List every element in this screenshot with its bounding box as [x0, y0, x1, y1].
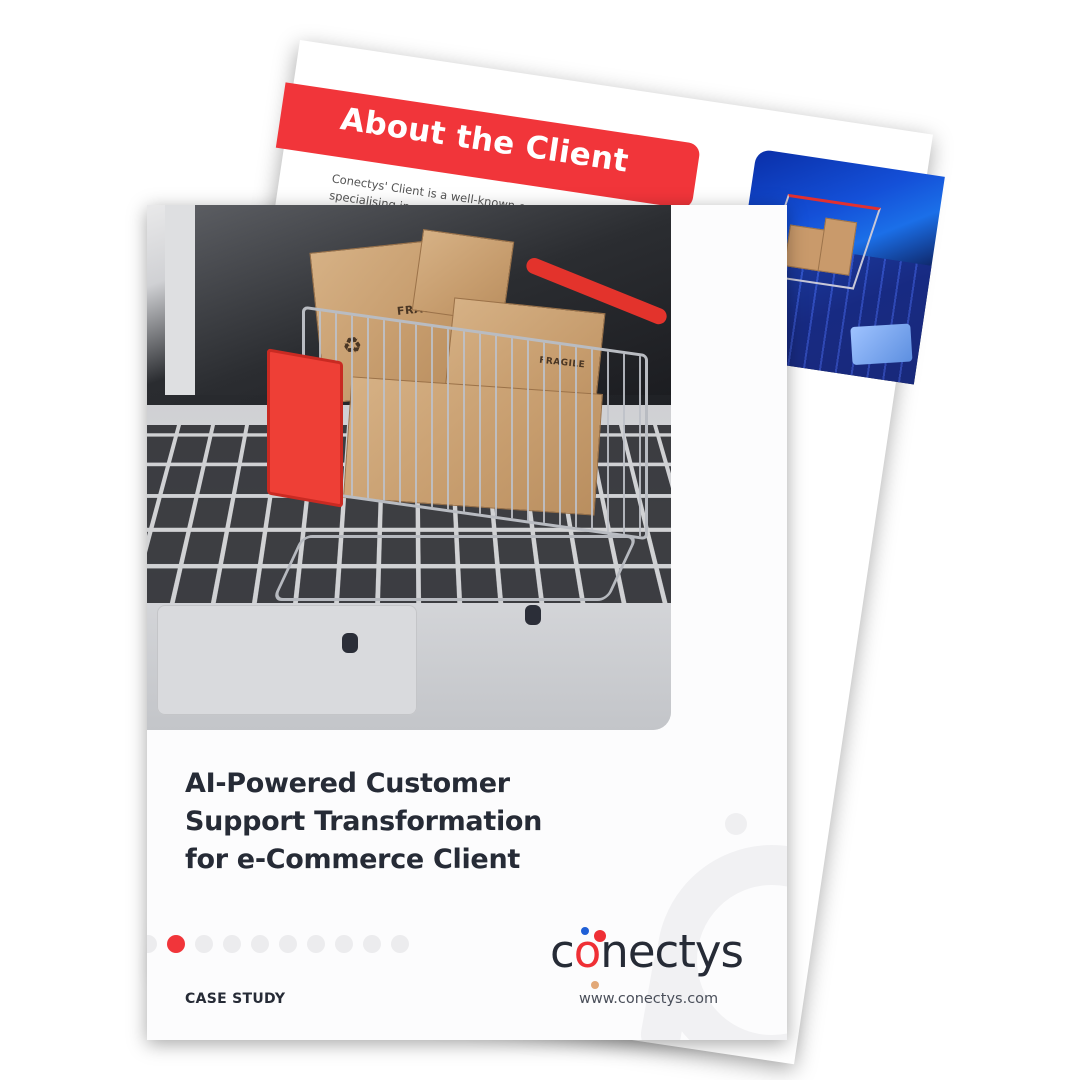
page-dot — [223, 935, 241, 953]
page-dot — [363, 935, 381, 953]
logo-text-prefix: c — [550, 925, 575, 978]
shopping-cart-base — [271, 535, 639, 601]
document-title: AI-Powered Customer Support Transformati… — [185, 765, 705, 879]
document-type-label: CASE STUDY — [185, 991, 286, 1007]
website-link[interactable]: www.conectys.com — [579, 991, 718, 1007]
title-line: Support Transformation — [185, 806, 543, 837]
logo-blue-dot — [580, 927, 589, 935]
page-indicator-dots — [147, 935, 409, 953]
page-dot — [251, 935, 269, 953]
conectys-logo: co nectys — [550, 925, 744, 989]
credit-card-graphic — [850, 323, 913, 366]
page-dot — [335, 935, 353, 953]
logo-red-dot — [593, 930, 606, 942]
page-dot — [195, 935, 213, 953]
page-dot — [307, 935, 325, 953]
logo-text-suffix: nectys — [600, 925, 744, 978]
cart-wheel — [342, 633, 358, 653]
logo-tan-dot — [590, 981, 599, 989]
background-logo-mark — [725, 813, 747, 835]
shopping-cart-bumper — [267, 348, 343, 508]
page-dot — [279, 935, 297, 953]
cart-wheel — [525, 605, 541, 625]
front-page: FRAGILE ♻ FRAGILE AI-Powered Customer Su… — [147, 205, 787, 1040]
page-dot — [391, 935, 409, 953]
title-line: for e-Commerce Client — [185, 844, 520, 875]
cover-photo: FRAGILE ♻ FRAGILE — [147, 205, 671, 730]
page-dot-active — [167, 935, 185, 953]
trackpad-graphic — [157, 605, 417, 715]
page-dot — [147, 935, 157, 953]
title-line: AI-Powered Customer — [185, 768, 510, 799]
logo-o-mark: o — [574, 925, 606, 989]
